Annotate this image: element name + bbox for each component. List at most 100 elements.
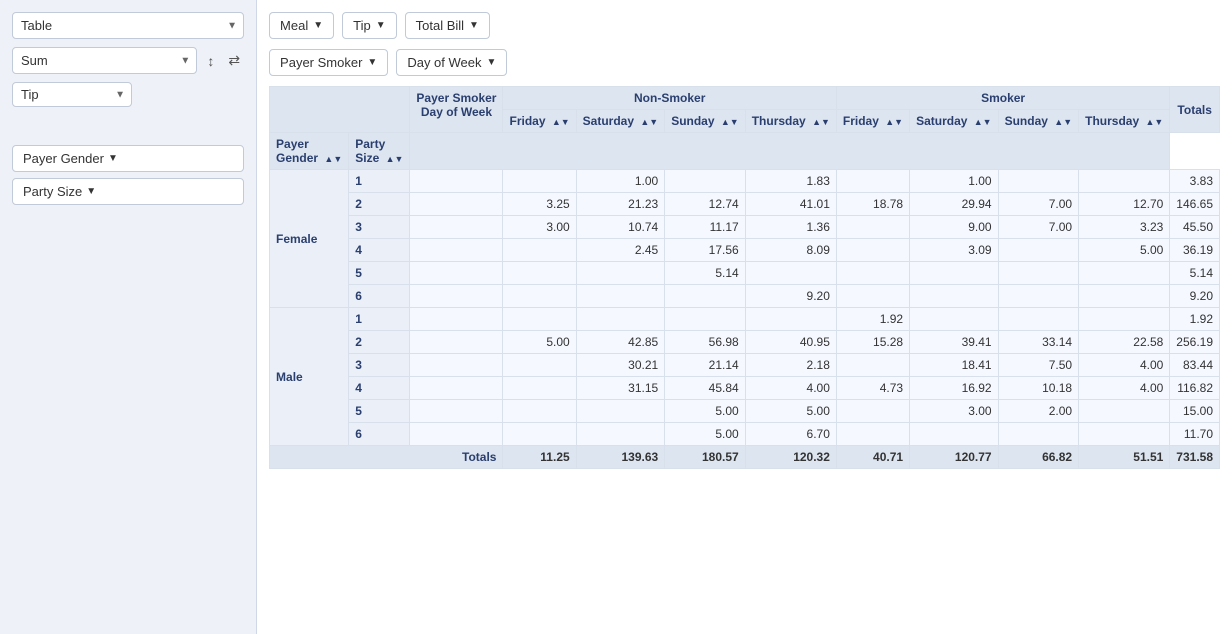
non-smoker-group-header: Non-Smoker (503, 87, 836, 110)
table-row: Female11.001.831.003.83 (270, 170, 1220, 193)
s_thu-cell: 4.00 (1079, 354, 1170, 377)
ns-friday-sort: ▲▼ (552, 117, 570, 127)
s_sun-cell: 7.50 (998, 354, 1079, 377)
s-sunday-header[interactable]: Sunday ▲▼ (998, 110, 1079, 133)
s_fri-cell: 18.78 (836, 193, 909, 216)
s_thu-cell: 5.00 (1079, 239, 1170, 262)
party-size-sort-arrows: ▲▼ (386, 154, 404, 164)
s_sun-cell: 10.18 (998, 377, 1079, 400)
ns_sat-cell (576, 285, 665, 308)
ns-saturday-header[interactable]: Saturday ▲▼ (576, 110, 665, 133)
party-size-label: Party Size (23, 184, 82, 199)
ns_sun-cell: 12.74 (665, 193, 746, 216)
day-cell (410, 354, 503, 377)
ns_sat-cell (576, 262, 665, 285)
sort-asc-icon[interactable]: ↕ (203, 51, 218, 71)
spacer-header (410, 133, 1170, 170)
party-size-cell: 1 (349, 170, 410, 193)
totals-label: Totals (270, 446, 503, 469)
totals-s_thu: 51.51 (1079, 446, 1170, 469)
s_sun-cell (998, 423, 1079, 446)
s_sat-cell (910, 262, 999, 285)
tip-dropdown[interactable]: Tip ▼ (342, 12, 396, 39)
aggregation-select-wrapper[interactable]: Sum Avg Count ▼ (12, 47, 197, 74)
value-field-select[interactable]: Tip (12, 82, 132, 107)
payer-gender-cell: Male (270, 308, 349, 446)
party-size-cell: 2 (349, 331, 410, 354)
s-saturday-header[interactable]: Saturday ▲▼ (910, 110, 999, 133)
value-field-wrapper[interactable]: Tip ▼ (12, 82, 132, 107)
smoker-group-header: Smoker (836, 87, 1169, 110)
party-size-col-header[interactable]: PartySize ▲▼ (349, 133, 410, 170)
s_fri-cell (836, 400, 909, 423)
totals-s_fri: 40.71 (836, 446, 909, 469)
s_sat-cell: 39.41 (910, 331, 999, 354)
meal-dropdown[interactable]: Meal ▼ (269, 12, 334, 39)
party-size-cell: 3 (349, 216, 410, 239)
totals-total: 731.58 (1170, 446, 1220, 469)
s_sat-cell: 18.41 (910, 354, 999, 377)
ns_sun-cell: 5.14 (665, 262, 746, 285)
ns_fri-cell (503, 262, 576, 285)
ns_fri-cell: 5.00 (503, 331, 576, 354)
total-cell: 5.14 (1170, 262, 1220, 285)
totals-ns_sat: 139.63 (576, 446, 665, 469)
s_thu-cell (1079, 262, 1170, 285)
payer-gender-filter[interactable]: Payer Gender ▼ (12, 145, 244, 172)
ns_sun-cell: 17.56 (665, 239, 746, 262)
ns_sat-cell: 10.74 (576, 216, 665, 239)
party-size-cell: 3 (349, 354, 410, 377)
aggregation-row: Sum Avg Count ▼ ↕ ⇄ (12, 47, 244, 74)
s_fri-cell (836, 262, 909, 285)
s_thu-cell (1079, 285, 1170, 308)
s-friday-sort: ▲▼ (885, 117, 903, 127)
ns_thu-cell: 41.01 (745, 193, 836, 216)
day-cell (410, 423, 503, 446)
s_fri-cell (836, 285, 909, 308)
s_sat-cell (910, 285, 999, 308)
day-of-week-label: Day of Week (416, 105, 496, 119)
ns_fri-cell (503, 400, 576, 423)
day-cell (410, 170, 503, 193)
s_sun-cell: 2.00 (998, 400, 1079, 423)
day-cell (410, 308, 503, 331)
party-size-arrow: ▼ (86, 186, 96, 197)
table-select-wrapper[interactable]: Table ▼ (12, 12, 244, 39)
ns-friday-header[interactable]: Friday ▲▼ (503, 110, 576, 133)
ns_sat-cell: 1.00 (576, 170, 665, 193)
day-of-week-dropdown[interactable]: Day of Week ▼ (396, 49, 507, 76)
s_sun-cell (998, 285, 1079, 308)
ns_thu-cell: 4.00 (745, 377, 836, 400)
ns-thursday-header[interactable]: Thursday ▲▼ (745, 110, 836, 133)
s-thursday-header[interactable]: Thursday ▲▼ (1079, 110, 1170, 133)
total-bill-dropdown[interactable]: Total Bill ▼ (405, 12, 490, 39)
s_fri-cell (836, 216, 909, 239)
ns-sunday-header[interactable]: Sunday ▲▼ (665, 110, 746, 133)
s_thu-cell (1079, 170, 1170, 193)
total-cell: 3.83 (1170, 170, 1220, 193)
table-select[interactable]: Table (12, 12, 244, 39)
ns_thu-cell: 5.00 (745, 400, 836, 423)
payer-smoker-dropdown[interactable]: Payer Smoker ▼ (269, 49, 388, 76)
s-friday-header[interactable]: Friday ▲▼ (836, 110, 909, 133)
totals-ns_fri: 11.25 (503, 446, 576, 469)
total-cell: 83.44 (1170, 354, 1220, 377)
payer-gender-col-header[interactable]: PayerGender ▲▼ (270, 133, 349, 170)
s_thu-cell (1079, 308, 1170, 331)
s-saturday-sort: ▲▼ (974, 117, 992, 127)
ns_thu-cell (745, 308, 836, 331)
total-cell: 116.82 (1170, 377, 1220, 400)
ns-sunday-sort: ▲▼ (721, 117, 739, 127)
payer-gender-arrow: ▼ (108, 153, 118, 164)
s_thu-cell: 22.58 (1079, 331, 1170, 354)
aggregation-select[interactable]: Sum Avg Count (12, 47, 197, 74)
ns_sat-cell: 31.15 (576, 377, 665, 400)
total-cell: 146.65 (1170, 193, 1220, 216)
total-bill-label: Total Bill (416, 18, 464, 33)
table-row: 55.005.003.002.0015.00 (270, 400, 1220, 423)
toolbar: Meal ▼ Tip ▼ Total Bill ▼ (269, 12, 1220, 39)
s_fri-cell: 4.73 (836, 377, 909, 400)
party-size-filter[interactable]: Party Size ▼ (12, 178, 244, 205)
swap-icon[interactable]: ⇄ (224, 50, 244, 71)
meal-arrow: ▼ (313, 20, 323, 31)
